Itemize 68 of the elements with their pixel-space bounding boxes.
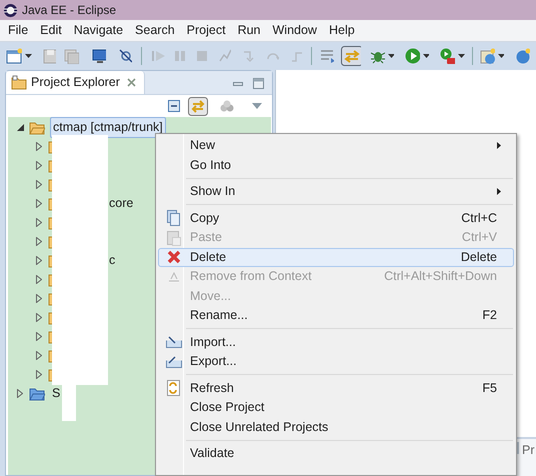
collapsed-arrow-icon[interactable]	[36, 313, 42, 322]
menu-item[interactable]: Copy Ctrl+C	[158, 208, 514, 228]
new-wizard-icon[interactable]	[6, 48, 22, 64]
menu-item[interactable]: Window	[268, 21, 322, 40]
refresh-icon	[167, 380, 181, 396]
tree-item[interactable]: core	[107, 194, 136, 213]
menu-item[interactable]: Delete Delete	[158, 248, 514, 267]
menu-item[interactable]: Close Project	[158, 398, 514, 418]
delete-icon	[167, 250, 181, 264]
run-icon[interactable]	[405, 48, 420, 64]
menu-item[interactable]: File	[3, 21, 34, 40]
menu-item[interactable]: Go Into	[158, 156, 514, 175]
export-icon	[166, 356, 182, 368]
caret-icon[interactable]	[458, 54, 465, 58]
caret-icon[interactable]	[498, 54, 504, 58]
collapsed-arrow-icon[interactable]	[36, 275, 42, 284]
maximize-icon[interactable]	[253, 78, 264, 89]
menu-item[interactable]: Run	[232, 21, 266, 40]
collapsed-arrow-icon[interactable]	[36, 237, 42, 246]
tree-item[interactable]: ctmap [ctmap/trunk]	[50, 117, 166, 138]
link-toggle-icon[interactable]	[341, 46, 362, 66]
caret-icon[interactable]	[388, 54, 394, 58]
caret-icon[interactable]	[25, 54, 32, 58]
copy-icon	[167, 210, 181, 226]
minimize-icon[interactable]	[233, 82, 243, 87]
collapse-all-icon[interactable]	[168, 100, 180, 112]
menu-item[interactable]: New	[158, 136, 514, 156]
collapsed-arrow-icon[interactable]	[36, 199, 42, 208]
caret-icon[interactable]	[422, 54, 430, 58]
collapsed-arrow-icon[interactable]	[17, 389, 23, 398]
menu-item[interactable]: Refresh F5	[158, 378, 514, 398]
menu-item[interactable]: Search	[130, 21, 180, 40]
server-icon[interactable]	[515, 48, 530, 64]
collapsed-arrow-icon[interactable]	[36, 142, 42, 151]
menu-item[interactable]: Import...	[158, 332, 514, 352]
collapsed-arrow-icon[interactable]	[36, 218, 42, 227]
menu-item[interactable]: Navigate	[68, 21, 128, 40]
skip-breakpoints-icon[interactable]	[119, 49, 132, 63]
close-icon	[126, 78, 136, 87]
view-menu-icon[interactable]	[252, 103, 262, 109]
eclipse-logo-icon	[3, 2, 18, 18]
menu-item[interactable]: Edit	[35, 21, 67, 40]
expanded-arrow-icon[interactable]	[16, 124, 24, 131]
tree-item[interactable]: c	[107, 251, 118, 270]
menu-item[interactable]: Project	[182, 21, 231, 40]
collapsed-arrow-icon[interactable]	[36, 332, 42, 341]
project-icon	[29, 120, 45, 134]
menu-item[interactable]: Validate	[158, 444, 514, 464]
run-server-icon[interactable]	[440, 48, 456, 64]
collapsed-arrow-icon[interactable]	[36, 161, 42, 170]
monitor-icon[interactable]	[92, 48, 106, 64]
collapsed-arrow-icon[interactable]	[36, 180, 42, 189]
list-icon[interactable]	[320, 49, 334, 63]
menu-item[interactable]: Show In	[158, 182, 514, 202]
import-icon	[166, 336, 182, 348]
clipboard-icon	[167, 230, 181, 246]
tree-item[interactable]: S	[50, 384, 62, 403]
link-toggle-icon[interactable]	[188, 96, 208, 116]
menu-item[interactable]: Close Unrelated Projects	[158, 418, 514, 437]
menu-item[interactable]: Help	[324, 21, 360, 40]
project-explorer-tab[interactable]: Project Explorer	[6, 71, 145, 94]
menu-item[interactable]: Rename... F2	[158, 306, 514, 326]
window-title: Java EE - Eclipse	[22, 2, 116, 19]
collapsed-arrow-icon[interactable]	[36, 351, 42, 360]
collapsed-arrow-icon[interactable]	[36, 370, 42, 379]
collapsed-arrow-icon[interactable]	[36, 256, 42, 265]
collapsed-arrow-icon[interactable]	[36, 294, 42, 303]
menu-item[interactable]: Export...	[158, 352, 514, 372]
